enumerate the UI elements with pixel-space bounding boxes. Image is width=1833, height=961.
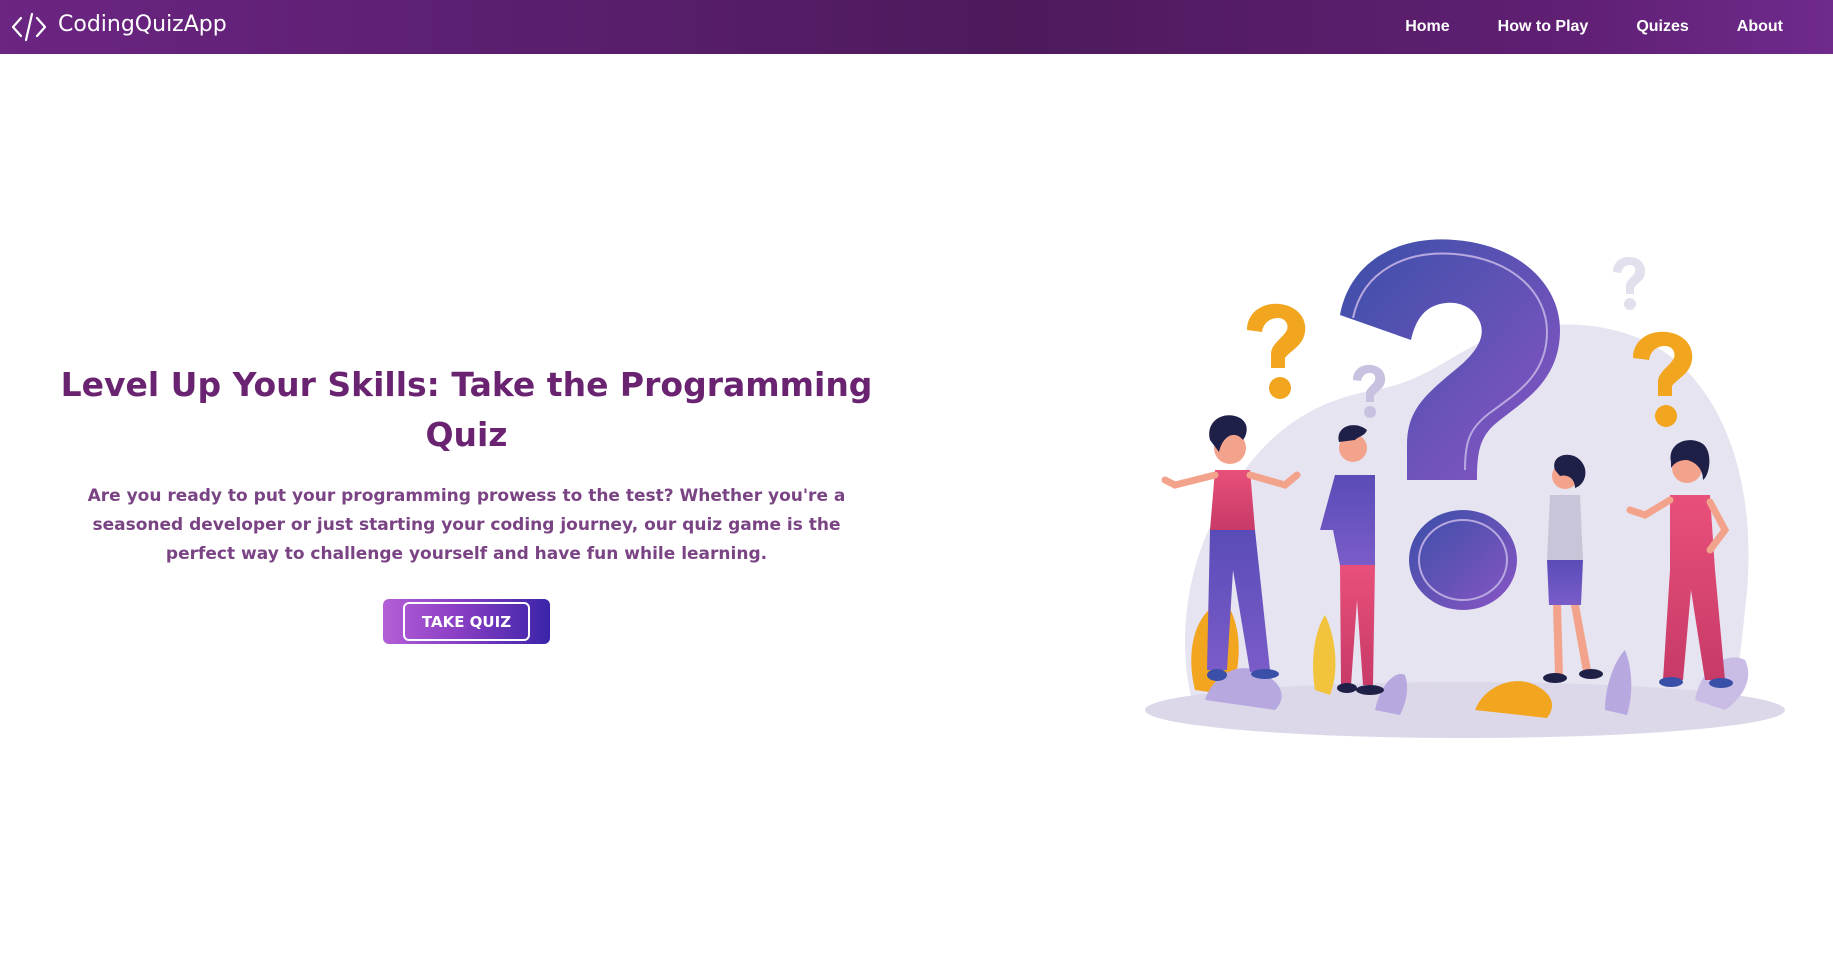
- nav-link-about[interactable]: About: [1737, 18, 1783, 36]
- nav-links: Home How to Play Quizes About: [1357, 0, 1783, 54]
- nav-link-home[interactable]: Home: [1405, 18, 1449, 36]
- hero-title: Level Up Your Skills: Take the Programmi…: [60, 365, 873, 454]
- brand[interactable]: CodingQuizApp: [10, 0, 227, 54]
- hero-description: Are you ready to put your programming pr…: [87, 486, 846, 564]
- code-brackets-icon: [10, 8, 48, 46]
- navbar: CodingQuizApp Home How to Play Quizes Ab…: [0, 0, 1833, 54]
- hero-illustration: [1135, 230, 1795, 750]
- take-quiz-button[interactable]: TAKE QUIZ: [383, 599, 550, 644]
- cta-wrapper: TAKE QUIZ: [30, 599, 903, 644]
- nav-link-how-to-play[interactable]: How to Play: [1498, 18, 1589, 36]
- nav-link-quizes[interactable]: Quizes: [1636, 18, 1688, 36]
- people-question-marks-illustration: [1145, 239, 1785, 738]
- take-quiz-label: TAKE QUIZ: [403, 602, 530, 641]
- brand-name: CodingQuizApp: [58, 11, 227, 37]
- hero-section: Level Up Your Skills: Take the Programmi…: [30, 360, 903, 644]
